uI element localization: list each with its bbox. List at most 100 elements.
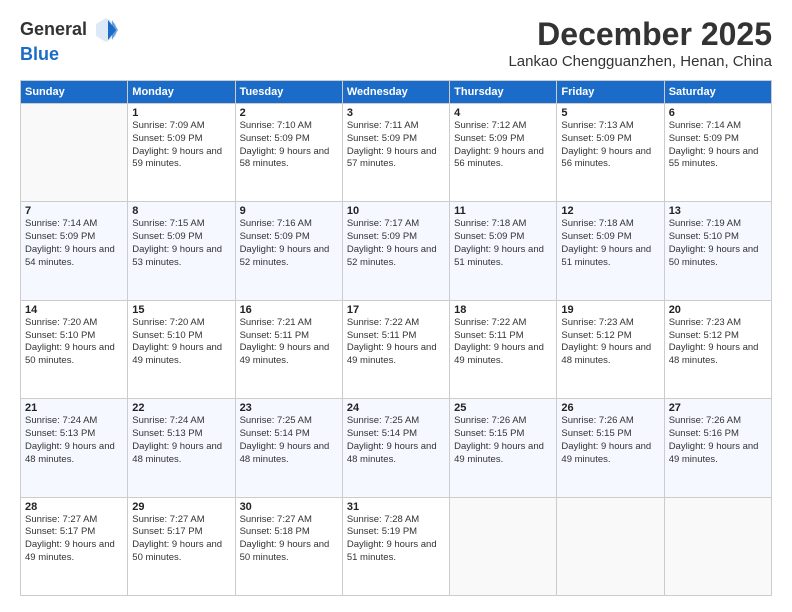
- day-info: Sunrise: 7:25 AMSunset: 5:14 PMDaylight:…: [240, 415, 338, 466]
- day-info: Sunrise: 7:24 AMSunset: 5:13 PMDaylight:…: [25, 415, 123, 466]
- calendar-cell: 17 Sunrise: 7:22 AMSunset: 5:11 PMDaylig…: [342, 300, 449, 398]
- calendar-cell: 9 Sunrise: 7:16 AMSunset: 5:09 PMDayligh…: [235, 202, 342, 300]
- calendar-cell: 16 Sunrise: 7:21 AMSunset: 5:11 PMDaylig…: [235, 300, 342, 398]
- day-number: 4: [454, 107, 552, 119]
- day-info: Sunrise: 7:26 AMSunset: 5:15 PMDaylight:…: [454, 415, 552, 466]
- calendar-cell: 20 Sunrise: 7:23 AMSunset: 5:12 PMDaylig…: [664, 300, 771, 398]
- day-info: Sunrise: 7:27 AMSunset: 5:18 PMDaylight:…: [240, 514, 338, 565]
- day-number: 9: [240, 205, 338, 217]
- calendar-cell: 8 Sunrise: 7:15 AMSunset: 5:09 PMDayligh…: [128, 202, 235, 300]
- day-number: 2: [240, 107, 338, 119]
- day-info: Sunrise: 7:27 AMSunset: 5:17 PMDaylight:…: [25, 514, 123, 565]
- day-number: 15: [132, 304, 230, 316]
- weekday-header-friday: Friday: [557, 81, 664, 104]
- day-info: Sunrise: 7:14 AMSunset: 5:09 PMDaylight:…: [25, 218, 123, 269]
- calendar-cell: 24 Sunrise: 7:25 AMSunset: 5:14 PMDaylig…: [342, 399, 449, 497]
- day-number: 13: [669, 205, 767, 217]
- day-info: Sunrise: 7:22 AMSunset: 5:11 PMDaylight:…: [454, 317, 552, 368]
- day-info: Sunrise: 7:27 AMSunset: 5:17 PMDaylight:…: [132, 514, 230, 565]
- title-block: December 2025 Lankao Chengguanzhen, Hena…: [508, 16, 772, 70]
- weekday-header-row: SundayMondayTuesdayWednesdayThursdayFrid…: [21, 81, 772, 104]
- location-title: Lankao Chengguanzhen, Henan, China: [508, 53, 772, 70]
- weekday-header-tuesday: Tuesday: [235, 81, 342, 104]
- calendar-cell: 29 Sunrise: 7:27 AMSunset: 5:17 PMDaylig…: [128, 497, 235, 595]
- day-info: Sunrise: 7:14 AMSunset: 5:09 PMDaylight:…: [669, 120, 767, 171]
- calendar-cell: 18 Sunrise: 7:22 AMSunset: 5:11 PMDaylig…: [450, 300, 557, 398]
- day-info: Sunrise: 7:21 AMSunset: 5:11 PMDaylight:…: [240, 317, 338, 368]
- day-number: 25: [454, 402, 552, 414]
- day-number: 22: [132, 402, 230, 414]
- day-number: 29: [132, 501, 230, 513]
- calendar-cell: 12 Sunrise: 7:18 AMSunset: 5:09 PMDaylig…: [557, 202, 664, 300]
- logo: General Blue: [20, 16, 118, 65]
- calendar-cell: 7 Sunrise: 7:14 AMSunset: 5:09 PMDayligh…: [21, 202, 128, 300]
- day-number: 31: [347, 501, 445, 513]
- calendar-cell: [21, 104, 128, 202]
- logo-icon: [94, 16, 118, 44]
- calendar-cell: 30 Sunrise: 7:27 AMSunset: 5:18 PMDaylig…: [235, 497, 342, 595]
- day-info: Sunrise: 7:13 AMSunset: 5:09 PMDaylight:…: [561, 120, 659, 171]
- calendar-cell: [450, 497, 557, 595]
- day-number: 20: [669, 304, 767, 316]
- calendar-week-3: 14 Sunrise: 7:20 AMSunset: 5:10 PMDaylig…: [21, 300, 772, 398]
- day-number: 14: [25, 304, 123, 316]
- day-info: Sunrise: 7:23 AMSunset: 5:12 PMDaylight:…: [669, 317, 767, 368]
- day-info: Sunrise: 7:28 AMSunset: 5:19 PMDaylight:…: [347, 514, 445, 565]
- day-number: 19: [561, 304, 659, 316]
- day-info: Sunrise: 7:20 AMSunset: 5:10 PMDaylight:…: [132, 317, 230, 368]
- day-number: 1: [132, 107, 230, 119]
- day-number: 21: [25, 402, 123, 414]
- calendar-cell: 10 Sunrise: 7:17 AMSunset: 5:09 PMDaylig…: [342, 202, 449, 300]
- calendar-cell: 21 Sunrise: 7:24 AMSunset: 5:13 PMDaylig…: [21, 399, 128, 497]
- day-info: Sunrise: 7:09 AMSunset: 5:09 PMDaylight:…: [132, 120, 230, 171]
- day-number: 16: [240, 304, 338, 316]
- calendar-week-1: 1 Sunrise: 7:09 AMSunset: 5:09 PMDayligh…: [21, 104, 772, 202]
- calendar-cell: 6 Sunrise: 7:14 AMSunset: 5:09 PMDayligh…: [664, 104, 771, 202]
- day-number: 5: [561, 107, 659, 119]
- logo-general: General: [20, 16, 118, 44]
- day-info: Sunrise: 7:11 AMSunset: 5:09 PMDaylight:…: [347, 120, 445, 171]
- day-info: Sunrise: 7:26 AMSunset: 5:15 PMDaylight:…: [561, 415, 659, 466]
- day-info: Sunrise: 7:16 AMSunset: 5:09 PMDaylight:…: [240, 218, 338, 269]
- day-info: Sunrise: 7:24 AMSunset: 5:13 PMDaylight:…: [132, 415, 230, 466]
- logo-blue: Blue: [20, 44, 118, 65]
- weekday-header-saturday: Saturday: [664, 81, 771, 104]
- calendar-cell: 4 Sunrise: 7:12 AMSunset: 5:09 PMDayligh…: [450, 104, 557, 202]
- calendar-cell: [664, 497, 771, 595]
- calendar-cell: 1 Sunrise: 7:09 AMSunset: 5:09 PMDayligh…: [128, 104, 235, 202]
- day-number: 11: [454, 205, 552, 217]
- calendar-cell: [557, 497, 664, 595]
- day-info: Sunrise: 7:12 AMSunset: 5:09 PMDaylight:…: [454, 120, 552, 171]
- calendar-cell: 23 Sunrise: 7:25 AMSunset: 5:14 PMDaylig…: [235, 399, 342, 497]
- day-number: 24: [347, 402, 445, 414]
- day-number: 10: [347, 205, 445, 217]
- day-number: 27: [669, 402, 767, 414]
- calendar-cell: 5 Sunrise: 7:13 AMSunset: 5:09 PMDayligh…: [557, 104, 664, 202]
- day-info: Sunrise: 7:17 AMSunset: 5:09 PMDaylight:…: [347, 218, 445, 269]
- weekday-header-thursday: Thursday: [450, 81, 557, 104]
- month-title: December 2025: [508, 16, 772, 53]
- calendar-cell: 11 Sunrise: 7:18 AMSunset: 5:09 PMDaylig…: [450, 202, 557, 300]
- calendar-cell: 25 Sunrise: 7:26 AMSunset: 5:15 PMDaylig…: [450, 399, 557, 497]
- calendar-week-5: 28 Sunrise: 7:27 AMSunset: 5:17 PMDaylig…: [21, 497, 772, 595]
- day-number: 26: [561, 402, 659, 414]
- calendar-cell: 27 Sunrise: 7:26 AMSunset: 5:16 PMDaylig…: [664, 399, 771, 497]
- day-info: Sunrise: 7:15 AMSunset: 5:09 PMDaylight:…: [132, 218, 230, 269]
- day-number: 3: [347, 107, 445, 119]
- day-info: Sunrise: 7:18 AMSunset: 5:09 PMDaylight:…: [561, 218, 659, 269]
- day-number: 12: [561, 205, 659, 217]
- day-number: 17: [347, 304, 445, 316]
- day-info: Sunrise: 7:23 AMSunset: 5:12 PMDaylight:…: [561, 317, 659, 368]
- header: General Blue December 2025 Lankao Chengg…: [20, 16, 772, 70]
- day-info: Sunrise: 7:25 AMSunset: 5:14 PMDaylight:…: [347, 415, 445, 466]
- calendar-table: SundayMondayTuesdayWednesdayThursdayFrid…: [20, 80, 772, 596]
- day-info: Sunrise: 7:22 AMSunset: 5:11 PMDaylight:…: [347, 317, 445, 368]
- calendar-cell: 19 Sunrise: 7:23 AMSunset: 5:12 PMDaylig…: [557, 300, 664, 398]
- day-info: Sunrise: 7:20 AMSunset: 5:10 PMDaylight:…: [25, 317, 123, 368]
- calendar-week-4: 21 Sunrise: 7:24 AMSunset: 5:13 PMDaylig…: [21, 399, 772, 497]
- calendar-cell: 2 Sunrise: 7:10 AMSunset: 5:09 PMDayligh…: [235, 104, 342, 202]
- weekday-header-sunday: Sunday: [21, 81, 128, 104]
- calendar-cell: 15 Sunrise: 7:20 AMSunset: 5:10 PMDaylig…: [128, 300, 235, 398]
- calendar-cell: 14 Sunrise: 7:20 AMSunset: 5:10 PMDaylig…: [21, 300, 128, 398]
- day-number: 7: [25, 205, 123, 217]
